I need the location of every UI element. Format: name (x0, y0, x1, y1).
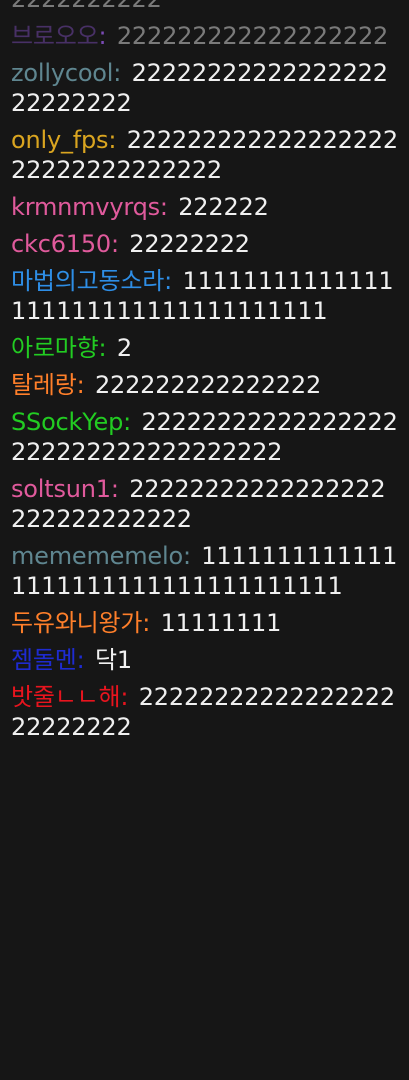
chat-colon: : (110, 230, 119, 258)
chat-colon: : (108, 126, 117, 154)
chat-message: ckc6150: 22222222 (11, 229, 398, 259)
chat-username[interactable]: krmnmvyrqs (11, 193, 160, 221)
chat-message: 마법의고동소라: 1111111111111111111111111111111… (11, 266, 398, 326)
chat-message: soltsun1: 22222222222222222222222222222 (11, 474, 398, 534)
chat-colon: : (164, 267, 173, 295)
chat-message: 2222222222 (11, 0, 398, 14)
chat-username[interactable]: 브로오오 (11, 22, 99, 50)
chat-colon: : (76, 371, 85, 399)
chat-message: only_fps: 222222222222222222222222222222… (11, 125, 398, 185)
chat-username[interactable]: zollycool (11, 59, 113, 87)
chat-message: 밧줄ㄴㄴ해: 2222222222222222222222222 (11, 682, 398, 742)
chat-colon: : (159, 193, 168, 221)
chat-username[interactable]: 밧줄ㄴㄴ해 (11, 683, 121, 711)
chat-username[interactable]: 아로마향 (11, 334, 99, 362)
chat-colon: : (120, 683, 129, 711)
chat-colon: : (182, 542, 191, 570)
chat-message: krmnmvyrqs: 222222 (11, 192, 398, 222)
chat-username[interactable]: ckc6150 (11, 230, 111, 258)
chat-message-text: 222222 (178, 193, 269, 221)
chat-username[interactable]: soltsun1 (11, 475, 111, 503)
chat-message-text: 222222222222222222 (116, 22, 389, 50)
chat-message-text: 11111111 (160, 609, 282, 637)
chat-username[interactable]: 탈레랑 (11, 371, 77, 399)
chat-colon: : (113, 59, 122, 87)
chat-colon: : (98, 334, 107, 362)
chat-colon: : (76, 646, 85, 674)
chat-username[interactable]: 두유와니왕가 (11, 609, 142, 637)
chat-message-text: 2222222222 (11, 0, 162, 13)
chat-message-text: 222222222222222 (94, 371, 322, 399)
chat-message: 젬돌멘: 닥1 (11, 645, 398, 675)
chat-username[interactable]: 젬돌멘 (11, 646, 77, 674)
chat-message: zollycool: 2222222222222222222222222 (11, 58, 398, 118)
chat-message: memememelo: 1111111111111111111111111111… (11, 541, 398, 601)
chat-colon: : (110, 475, 119, 503)
chat-log: 2222222222브로오오: 222222222222222222zollyc… (0, 0, 409, 749)
chat-username[interactable]: only_fps (11, 126, 109, 154)
chat-username[interactable]: SSockYep (11, 408, 123, 436)
chat-username[interactable]: memememelo (11, 542, 183, 570)
chat-message-text: 22222222 (129, 230, 250, 258)
chat-username[interactable]: 마법의고동소라 (11, 267, 164, 295)
chat-message: 탈레랑: 222222222222222 (11, 370, 398, 400)
chat-colon: : (98, 22, 107, 50)
chat-message: 아로마향: 2 (11, 333, 398, 363)
chat-colon: : (142, 609, 151, 637)
chat-message-text: 2 (116, 334, 132, 362)
chat-colon: : (123, 408, 132, 436)
chat-message-text: 닥1 (94, 646, 132, 674)
chat-message: SSockYep: 222222222222222222222222222222… (11, 407, 398, 467)
chat-message: 브로오오: 222222222222222222 (11, 21, 398, 51)
chat-message: 두유와니왕가: 11111111 (11, 608, 398, 638)
